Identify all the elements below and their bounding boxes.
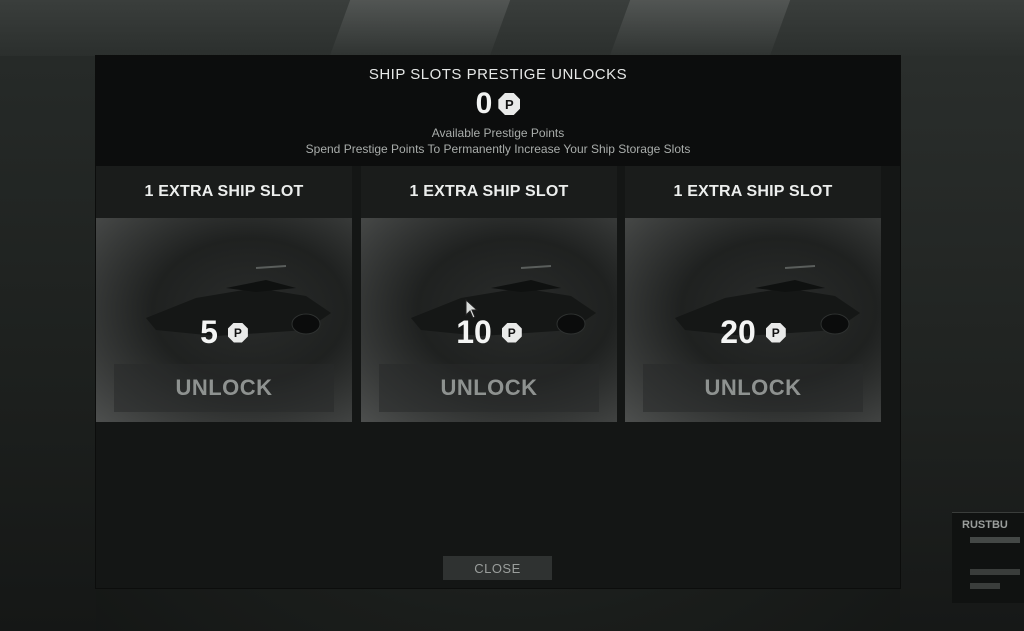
- mouse-cursor-icon: [465, 299, 479, 319]
- available-points-value: 0: [475, 87, 493, 120]
- dialog-description: Spend Prestige Points To Permanently Inc…: [305, 142, 691, 156]
- background-panel-label: RUSTBU: [962, 519, 1008, 531]
- slot-card: 5 P UNLOCK: [96, 218, 352, 422]
- slot-card: 20 P UNLOCK: [625, 218, 881, 422]
- slot-cost-value: 5: [200, 314, 218, 350]
- light-beam: [329, 0, 511, 56]
- slot-title: 1 EXTRA SHIP SLOT: [96, 166, 352, 218]
- dialog-header: SHIP SLOTS PRESTIGE UNLOCKS 0 P Availabl…: [96, 56, 900, 166]
- prestige-point-icon: P: [765, 322, 786, 343]
- light-beam: [609, 0, 791, 56]
- hangar-left-wall: [0, 56, 96, 631]
- slot-cost: 5 P: [96, 314, 352, 351]
- slot-cost-value: 20: [720, 314, 756, 350]
- slot-cost-value: 10: [456, 314, 492, 350]
- available-points-display: 0 P: [96, 86, 900, 122]
- background-info-panel: RUSTBU: [952, 512, 1024, 603]
- points-label: Available Prestige Points: [431, 126, 565, 140]
- slot-cost: 20 P: [625, 314, 881, 351]
- slot-option-3: 1 EXTRA SHIP SLOT 20 P UNLOCK: [625, 166, 881, 422]
- close-button[interactable]: CLOSE: [443, 556, 552, 580]
- unlock-button[interactable]: UNLOCK: [114, 364, 334, 412]
- prestige-point-icon: P: [501, 322, 522, 343]
- dialog-title: SHIP SLOTS PRESTIGE UNLOCKS: [368, 66, 628, 83]
- prestige-unlocks-dialog: SHIP SLOTS PRESTIGE UNLOCKS 0 P Availabl…: [96, 56, 900, 588]
- slot-card: 10 P UNLOCK: [361, 218, 617, 422]
- slot-title: 1 EXTRA SHIP SLOT: [361, 166, 617, 218]
- slot-option-1: 1 EXTRA SHIP SLOT 5 P UNLOCK: [96, 166, 352, 422]
- unlock-button[interactable]: UNLOCK: [643, 364, 863, 412]
- slot-option-2: 1 EXTRA SHIP SLOT 10 P UNLOCK: [361, 166, 617, 422]
- prestige-point-icon: P: [498, 93, 521, 115]
- unlock-button[interactable]: UNLOCK: [379, 364, 599, 412]
- background-panel-line: [970, 569, 1020, 575]
- slot-cost: 10 P: [361, 314, 617, 351]
- background-panel-line: [970, 583, 1000, 589]
- background-panel-line: [970, 537, 1020, 543]
- slot-title: 1 EXTRA SHIP SLOT: [625, 166, 881, 218]
- prestige-point-icon: P: [227, 322, 248, 343]
- hangar-ceiling: [0, 0, 1024, 56]
